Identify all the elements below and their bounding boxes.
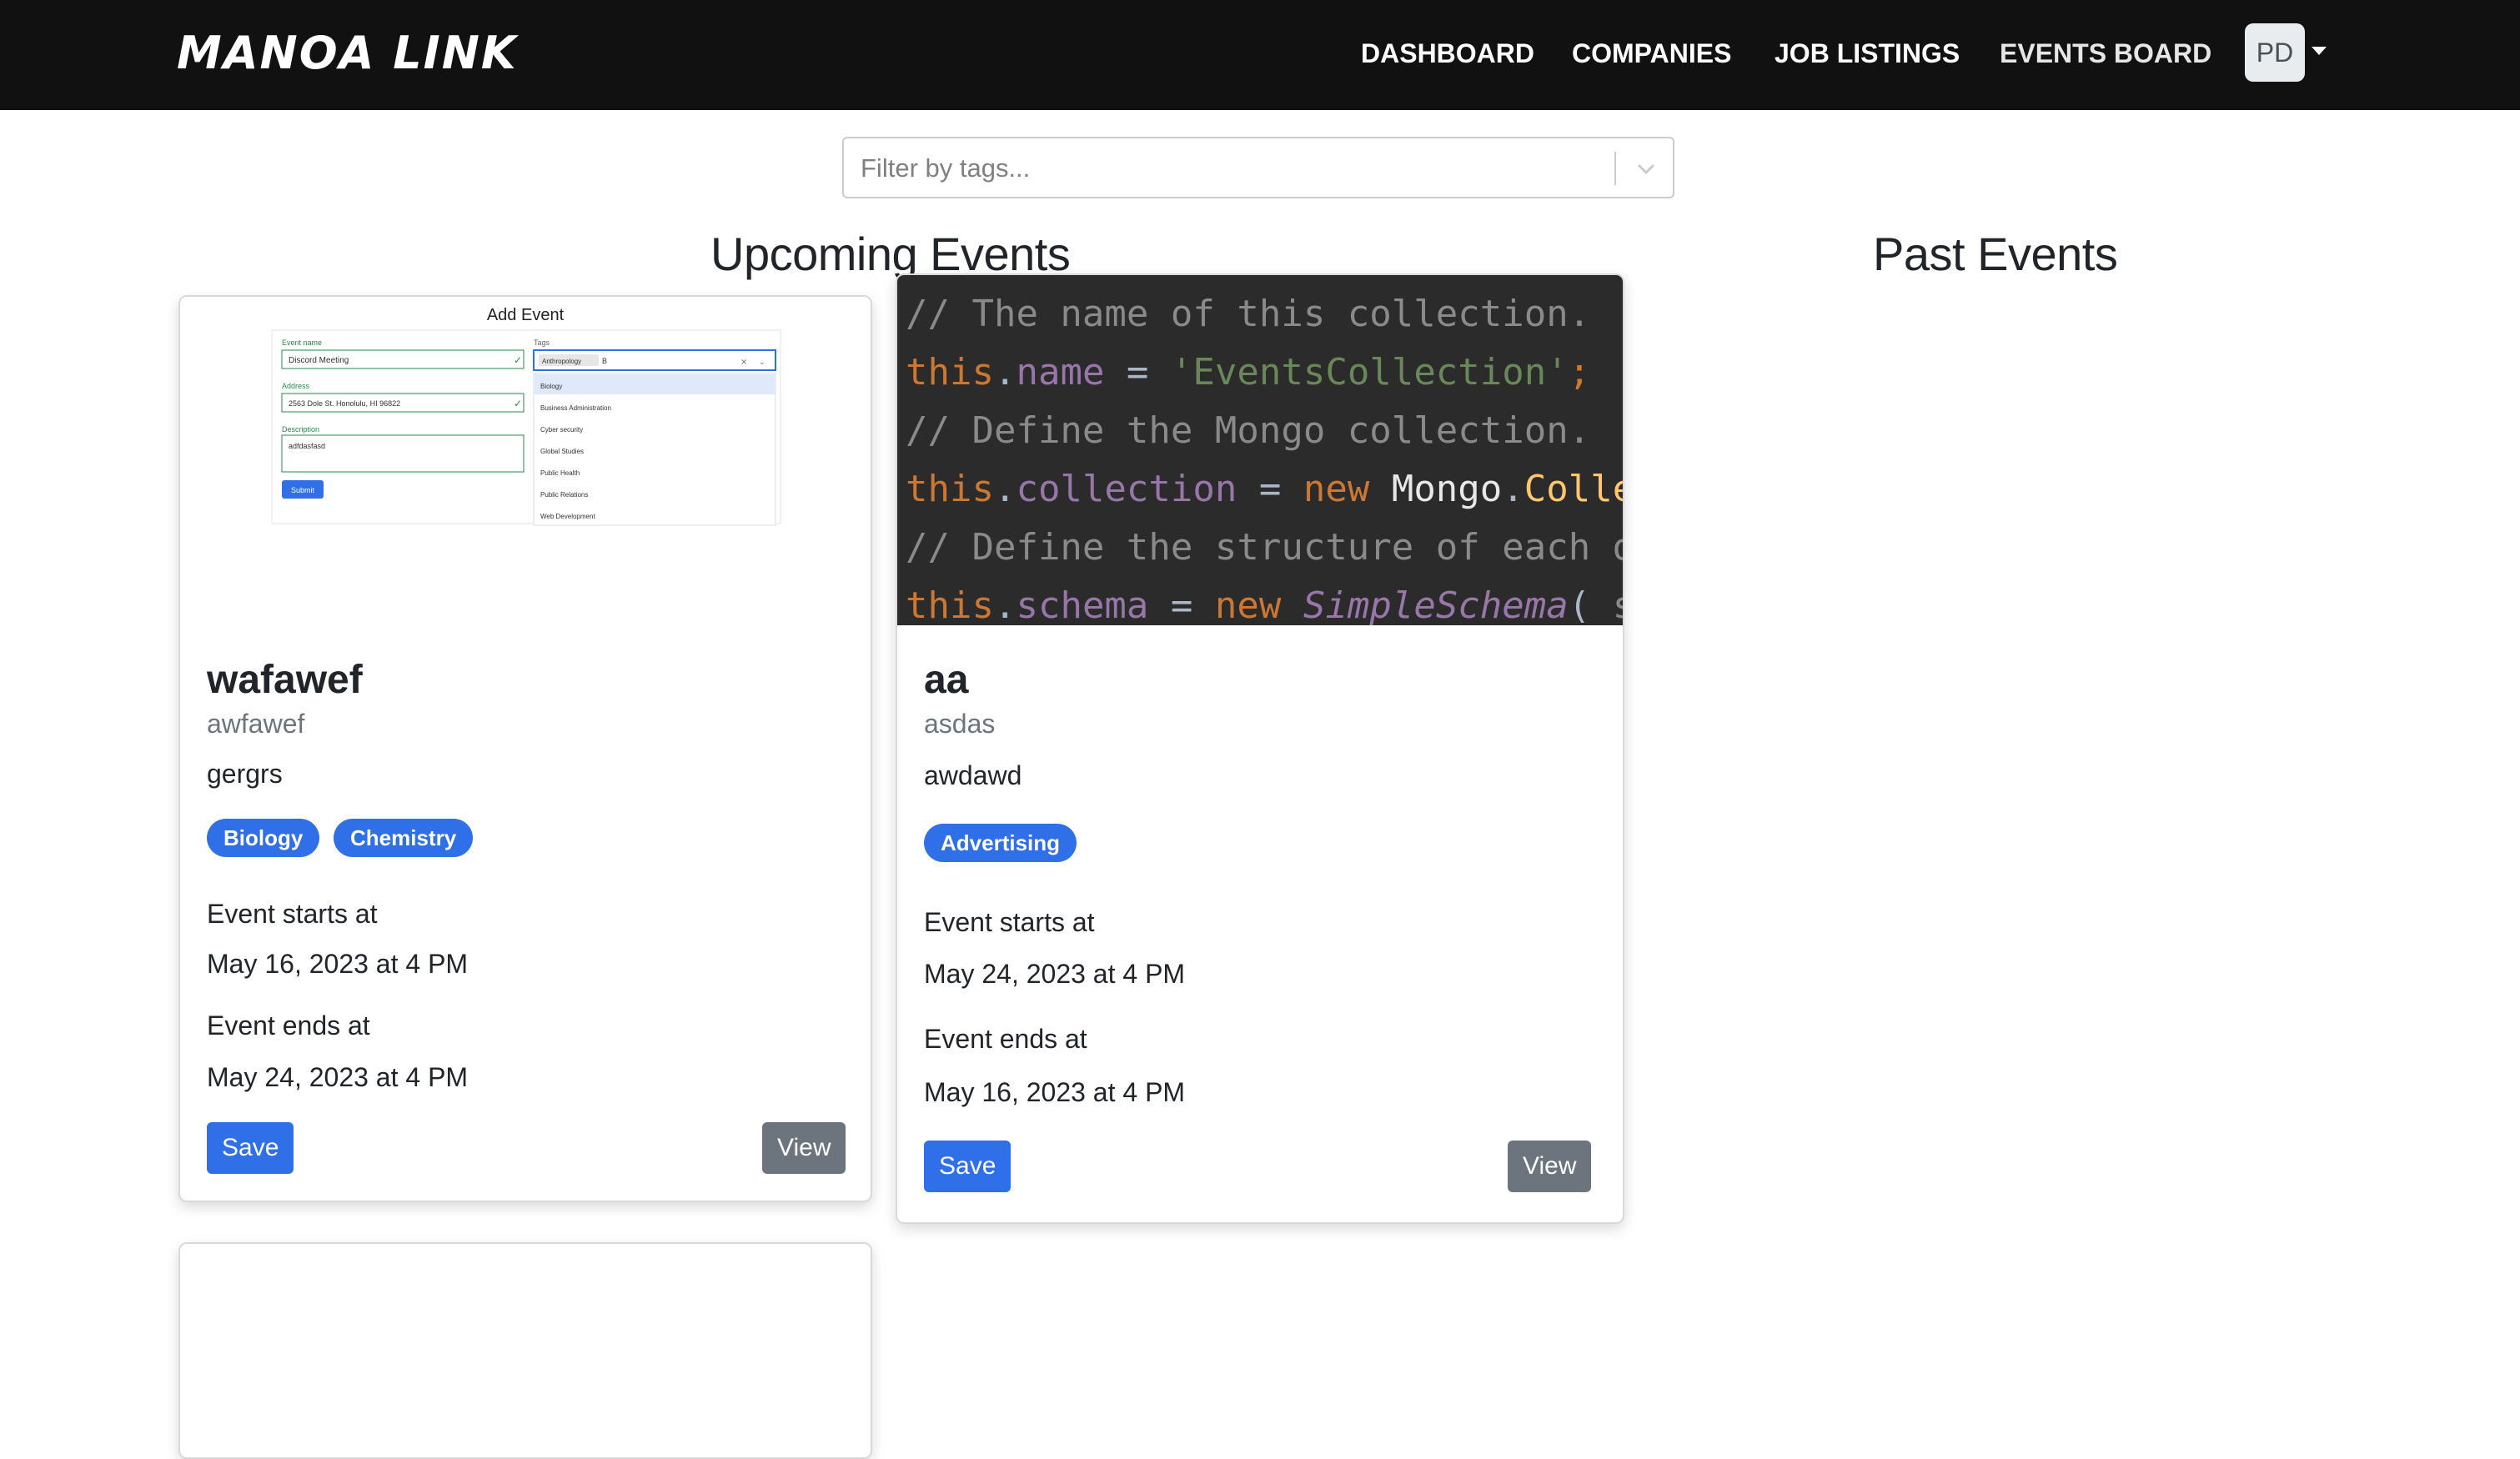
event-ends-label: Event ends at bbox=[207, 1010, 370, 1040]
thumb-event-name-label: Event name bbox=[282, 338, 322, 347]
event-ends-value: May 16, 2023 at 4 PM bbox=[924, 1077, 1186, 1107]
code-line: this.collection = new Mongo.Colle bbox=[906, 468, 1623, 510]
event-description: gergrs bbox=[207, 759, 283, 789]
chevron-down-icon[interactable] bbox=[1634, 157, 1658, 180]
code-line: this.schema = new SimpleSchema( sc bbox=[906, 584, 1623, 625]
past-events-heading: Past Events bbox=[1873, 228, 2118, 280]
code-line: // The name of this collection. bbox=[906, 293, 1591, 335]
thumb-tag-input: B bbox=[602, 357, 607, 365]
brand-logo[interactable]: MANOA LINK bbox=[177, 25, 544, 80]
thumb-option: Public Health bbox=[540, 469, 580, 477]
svg-text:✓: ✓ bbox=[514, 354, 522, 366]
event-card: Add Event Event name Discord Meeting ✓ A… bbox=[178, 295, 872, 1202]
thumb-option: Web Development bbox=[540, 513, 595, 520]
filter-separator bbox=[1614, 152, 1616, 185]
thumb-selected-tag: Anthropology bbox=[542, 358, 581, 365]
event-title: aa bbox=[924, 658, 969, 702]
thumb-option: Cyber security bbox=[540, 426, 583, 434]
navbar: MANOA LINK DASHBOARD COMPANIES JOB LISTI… bbox=[0, 0, 2520, 110]
nav-dashboard[interactable]: DASHBOARD bbox=[1361, 33, 1534, 73]
caret-down-icon[interactable] bbox=[2312, 47, 2327, 55]
event-card: // The name of this collection. this.nam… bbox=[896, 273, 1624, 1224]
code-line: // Define the structure of each d bbox=[906, 526, 1623, 569]
event-card bbox=[178, 1242, 872, 1459]
event-starts-label: Event starts at bbox=[207, 899, 378, 929]
svg-text:×: × bbox=[740, 358, 747, 367]
event-description: awdawd bbox=[924, 760, 1022, 790]
thumb-option: Biology bbox=[540, 383, 562, 390]
thumb-option: Public Relations bbox=[540, 491, 588, 499]
thumb-option: Global Studies bbox=[540, 448, 584, 455]
thumb-tags-label: Tags bbox=[534, 338, 550, 347]
tag-badge[interactable]: Advertising bbox=[924, 824, 1077, 862]
nav-companies[interactable]: COMPANIES bbox=[1572, 33, 1731, 73]
event-starts-label: Event starts at bbox=[924, 907, 1095, 937]
view-button[interactable]: View bbox=[762, 1122, 846, 1174]
event-image: // The name of this collection. this.nam… bbox=[897, 275, 1623, 625]
nav-events-board[interactable]: EVENTS BOARD bbox=[2000, 33, 2211, 73]
code-line: this.name = 'EventsCollection'; bbox=[906, 351, 1591, 394]
event-starts-value: May 16, 2023 at 4 PM bbox=[207, 949, 469, 979]
tag-badge[interactable]: Biology bbox=[207, 819, 320, 857]
thumb-heading: Add Event bbox=[487, 306, 565, 324]
thumb-event-name-value: Discord Meeting bbox=[289, 356, 349, 365]
user-avatar-button[interactable]: PD bbox=[2245, 23, 2305, 82]
svg-text:⌄: ⌄ bbox=[759, 358, 766, 367]
event-starts-value: May 24, 2023 at 4 PM bbox=[924, 959, 1186, 989]
save-button[interactable]: Save bbox=[924, 1141, 1012, 1192]
svg-text:✓: ✓ bbox=[514, 398, 522, 409]
thumb-option: Business Administration bbox=[540, 404, 611, 412]
tag-filter-select[interactable]: Filter by tags... bbox=[842, 137, 1674, 198]
thumb-description-value: adfdasfasd bbox=[289, 442, 325, 450]
save-button[interactable]: Save bbox=[207, 1122, 294, 1174]
thumb-description-label: Description bbox=[282, 425, 319, 434]
thumb-address-value: 2563 Dole St. Honolulu, HI 96822 bbox=[289, 399, 400, 408]
view-button[interactable]: View bbox=[1508, 1141, 1592, 1192]
event-image: Add Event Event name Discord Meeting ✓ A… bbox=[180, 297, 871, 639]
brand-logo-text: MANOA LINK bbox=[177, 27, 520, 79]
nav-job-listings[interactable]: JOB LISTINGS bbox=[1775, 33, 1960, 73]
event-title: wafawef bbox=[207, 658, 363, 702]
event-ends-value: May 24, 2023 at 4 PM bbox=[207, 1062, 469, 1092]
code-line: // Define the Mongo collection. bbox=[906, 409, 1591, 452]
event-subtitle: asdas bbox=[924, 709, 996, 739]
event-ends-label: Event ends at bbox=[924, 1024, 1087, 1054]
event-subtitle: awfawef bbox=[207, 709, 305, 739]
thumb-address-label: Address bbox=[282, 382, 310, 390]
tag-filter-placeholder: Filter by tags... bbox=[861, 153, 1031, 183]
tag-badge[interactable]: Chemistry bbox=[334, 819, 474, 857]
thumb-submit-label: Submit bbox=[291, 486, 315, 494]
